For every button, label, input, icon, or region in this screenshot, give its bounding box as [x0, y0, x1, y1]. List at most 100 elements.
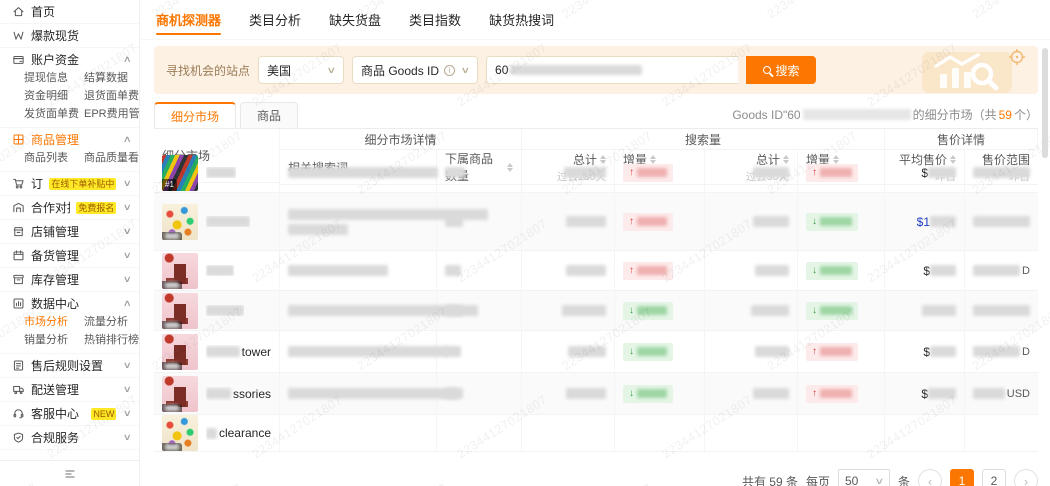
- sidebar-subitem[interactable]: 资金明细: [24, 89, 80, 104]
- sidebar-group: 店铺管理 ∨: [0, 220, 139, 244]
- promo-badge: 在线下单补贴中: [49, 177, 117, 190]
- sidebar-subitem[interactable]: 销量分析: [24, 333, 80, 348]
- page-button-1[interactable]: 1: [950, 469, 974, 486]
- product-thumbnail[interactable]: [162, 415, 198, 451]
- top-tab[interactable]: 商机探测器: [156, 0, 222, 40]
- table-row[interactable]: ssories ↓ ↑ $ USD: [154, 373, 1038, 415]
- redacted-text: [445, 346, 461, 357]
- trend-chip-up: ↑: [623, 261, 673, 280]
- top-tab-bar: 商机探测器 类目分析 缺失货盘 类目指数 缺货热搜词: [140, 0, 1050, 40]
- table-row[interactable]: clearance: [154, 415, 1038, 452]
- page-button-2[interactable]: 2: [982, 469, 1006, 486]
- redacted-text: [206, 427, 217, 439]
- sidebar-item-account-funds[interactable]: 账户资金 ∧: [0, 51, 139, 68]
- view-tabs-row: 细分市场 商品 Goods ID"60 的细分市场（共 59 个）: [154, 102, 1038, 128]
- view-tab[interactable]: 商品: [240, 102, 299, 128]
- sidebar-item-delivery-management[interactable]: 配送管理 ∨: [0, 381, 139, 398]
- trend-chip-up: ↑: [806, 163, 858, 182]
- redacted-text: [973, 216, 1030, 227]
- table-row[interactable]: ↑ ↓ $ D: [154, 251, 1038, 291]
- sidebar-item-order-management[interactable]: 订单管理在线下单补贴中∨: [0, 175, 139, 192]
- info-icon: i: [444, 64, 456, 76]
- rank-badge: [162, 280, 182, 289]
- warehouse-icon: [12, 201, 25, 214]
- rank-badge: [162, 320, 182, 329]
- product-thumbnail[interactable]: [162, 252, 198, 289]
- increment-30d-cell: ↓: [798, 291, 885, 331]
- sidebar-item-aftersale-rules[interactable]: 售后规则设置 ∨: [0, 357, 139, 374]
- search-input[interactable]: 60: [486, 56, 739, 84]
- product-thumbnail[interactable]: #1: [162, 154, 198, 191]
- sidebar-subitem[interactable]: 商品列表: [24, 151, 80, 166]
- compliance-icon: [12, 431, 25, 444]
- total-30d-cell: [705, 193, 798, 251]
- sidebar-subitem[interactable]: 结算数据: [84, 71, 139, 86]
- redacted-goods-id: [802, 109, 911, 120]
- redacted-text: [445, 388, 463, 399]
- sidebar-item-hot-products[interactable]: 爆款现货: [0, 27, 139, 44]
- sidebar-subitem[interactable]: 市场分析: [24, 315, 80, 330]
- trend-chip-down: ↓: [623, 384, 673, 403]
- product-count-cell: [437, 153, 522, 193]
- sidebar-item-customer-service[interactable]: 客服中心 NEW ∨: [0, 405, 139, 422]
- market-cell: clearance: [154, 415, 280, 452]
- table-row[interactable]: #1 ↑ ↑ $: [154, 153, 1038, 193]
- chevron-down-icon: ∨: [874, 475, 885, 486]
- top-tab[interactable]: 缺货热搜词: [489, 0, 554, 40]
- hot-icon: [12, 29, 25, 42]
- total-180d-cell: [522, 153, 615, 193]
- sidebar-item-partner-warehouse[interactable]: 合作对接仓免费报名∨: [0, 199, 139, 216]
- sidebar-item-inventory-management[interactable]: 库存管理 ∨: [0, 271, 139, 288]
- redacted-text: [753, 216, 789, 227]
- product-count-cell: [437, 415, 522, 452]
- redacted-text: [206, 216, 250, 227]
- redacted-text: [206, 346, 240, 357]
- sidebar-item-stock-preparation[interactable]: 备货管理 ∨: [0, 247, 139, 264]
- table-row[interactable]: tower ↓ ↑ $ D: [154, 331, 1038, 373]
- increment-30d-cell: ↓: [798, 193, 885, 251]
- sidebar-subitem[interactable]: 热销排行榜: [84, 333, 139, 348]
- per-page-select[interactable]: 50 ∨: [837, 469, 890, 486]
- product-thumbnail[interactable]: [162, 333, 198, 370]
- search-type-select[interactable]: 商品 Goods ID i ∨: [352, 56, 479, 84]
- product-thumbnail[interactable]: [162, 203, 198, 240]
- sidebar-item-compliance-service[interactable]: 合规服务 ∨: [0, 429, 139, 446]
- sidebar-subitem[interactable]: 流量分析: [84, 315, 139, 330]
- sidebar-subitem[interactable]: 商品质量看板: [84, 151, 139, 166]
- trend-chip-down: ↓: [623, 301, 673, 320]
- top-tab[interactable]: 类目指数: [409, 0, 461, 40]
- market-cell: [154, 193, 280, 251]
- sidebar-subitem[interactable]: 发货面单费: [24, 107, 80, 122]
- increment-90d-cell: ↑: [615, 251, 705, 291]
- chevron-up-icon: ∧: [123, 134, 133, 144]
- table-row[interactable]: ↑ ↓ $1: [154, 193, 1038, 251]
- product-thumbnail[interactable]: [162, 375, 198, 412]
- product-thumbnail[interactable]: [162, 292, 198, 329]
- sidebar-item-store-management[interactable]: 店铺管理 ∨: [0, 223, 139, 240]
- redacted-text: [288, 223, 348, 235]
- sidebar-subitem[interactable]: EPR费用管理: [84, 107, 139, 122]
- search-button[interactable]: 搜索: [746, 56, 817, 84]
- collapse-sidebar-button[interactable]: [0, 460, 139, 486]
- promo-badge: NEW: [91, 407, 117, 420]
- sidebar-subitem[interactable]: 退货面单费: [84, 89, 139, 104]
- sidebar-subitem[interactable]: 提现信息: [24, 71, 80, 86]
- sidebar-item-goods-management[interactable]: 商品管理 ∧: [0, 131, 139, 148]
- redacted-text: [753, 167, 789, 178]
- chevron-up-icon: ∧: [123, 54, 133, 64]
- next-page-button[interactable]: ›: [1014, 469, 1038, 486]
- site-select[interactable]: 美国 ∨: [258, 56, 345, 84]
- segments-table: 细分市场 细分市场详情 搜索量 售价详情 相关搜索词 下属商品数量 总计过去18…: [154, 128, 1038, 460]
- search-icon: [762, 66, 771, 74]
- sidebar-item-data-center[interactable]: 数据中心 ∧: [0, 295, 139, 312]
- sidebar-item-home[interactable]: 首页: [0, 3, 139, 20]
- top-tab[interactable]: 缺失货盘: [329, 0, 381, 40]
- scrollbar-thumb[interactable]: [1042, 48, 1048, 158]
- view-tabs: 细分市场 商品: [154, 102, 302, 128]
- table-group-header: 细分市场 细分市场详情 搜索量 售价详情 相关搜索词 下属商品数量 总计过去18…: [154, 129, 1038, 185]
- prev-page-button[interactable]: ‹: [918, 469, 942, 486]
- collapse-sidebar-icon: [64, 469, 75, 478]
- view-tab[interactable]: 细分市场: [154, 102, 237, 128]
- table-row[interactable]: ↓ ↓: [154, 291, 1038, 331]
- top-tab[interactable]: 类目分析: [249, 0, 301, 40]
